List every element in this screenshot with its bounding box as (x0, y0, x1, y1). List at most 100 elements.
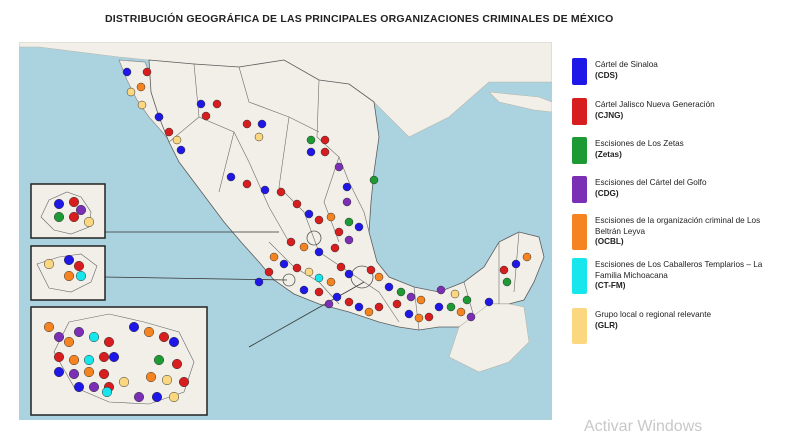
legend-code: (Zetas) (595, 149, 622, 159)
organization-dot (136, 82, 146, 92)
organization-dot (133, 391, 145, 403)
organization-dot (334, 162, 344, 172)
organization-dot (254, 277, 264, 287)
legend-swatch (572, 214, 587, 250)
organization-dot (314, 215, 324, 225)
legend-code: (CJNG) (595, 110, 624, 120)
organization-dot (286, 237, 296, 247)
organization-dot (326, 212, 336, 222)
organization-dot (416, 295, 426, 305)
organization-dot (344, 297, 354, 307)
organization-dot (462, 295, 472, 305)
organization-dot (98, 368, 110, 380)
organization-dot (299, 285, 309, 295)
legend-swatch (572, 308, 587, 344)
organization-dot (164, 127, 174, 137)
organization-dot (292, 199, 302, 209)
organization-dot (446, 302, 456, 312)
organization-dot (434, 302, 444, 312)
organization-dot (299, 242, 309, 252)
organization-dot (128, 321, 140, 333)
organization-dot (151, 391, 163, 403)
organization-dot (384, 282, 394, 292)
organization-dot (276, 187, 286, 197)
organization-dot (342, 182, 352, 192)
organization-dot (332, 292, 342, 302)
legend-swatch (572, 176, 587, 203)
legend-label: Cártel de Sinaloa (595, 60, 658, 69)
organization-dot (336, 262, 346, 272)
organization-dot (254, 132, 264, 142)
organization-dot (260, 185, 270, 195)
organization-dot (374, 272, 384, 282)
organization-dot (75, 204, 87, 216)
organization-dot (137, 100, 147, 110)
organization-dot (168, 391, 180, 403)
organization-dot (414, 313, 424, 323)
organization-dot (43, 258, 55, 270)
organization-dot (68, 196, 80, 208)
organization-dot (306, 147, 316, 157)
organization-dot (314, 273, 324, 283)
organization-dot (168, 336, 180, 348)
organization-dot (344, 269, 354, 279)
organization-dot (73, 381, 85, 393)
organization-dot (142, 67, 152, 77)
legend-swatch (572, 98, 587, 125)
organization-dot (176, 145, 186, 155)
organization-dot (201, 111, 211, 121)
legend-label: Grupo local o regional relevante (595, 310, 712, 319)
legend-swatch (572, 58, 587, 85)
organization-dot (88, 331, 100, 343)
organization-dot (53, 198, 65, 210)
organization-dot (344, 217, 354, 227)
organization-dot (369, 175, 379, 185)
organization-dot (83, 216, 95, 228)
organization-dot (73, 260, 85, 272)
mexico-map (19, 42, 552, 420)
organization-dot (354, 302, 364, 312)
organization-dot (242, 179, 252, 189)
organization-dot (269, 252, 279, 262)
organization-dot (145, 371, 157, 383)
organization-dot (354, 222, 364, 232)
organization-dot (502, 277, 512, 287)
organization-dot (178, 376, 190, 388)
organization-dot (53, 351, 65, 363)
organization-dot (153, 354, 165, 366)
organization-dot (264, 267, 274, 277)
organization-dot (320, 135, 330, 145)
organization-dot (73, 326, 85, 338)
organization-dot (161, 374, 173, 386)
legend-code: (CDG) (595, 188, 619, 198)
organization-dot (154, 112, 164, 122)
organization-dot (511, 259, 521, 269)
organization-dot (366, 265, 376, 275)
legend-label: Cártel Jalisco Nueva Generación (595, 100, 715, 109)
organization-dot (171, 358, 183, 370)
organization-dot (68, 368, 80, 380)
organization-dot (392, 299, 402, 309)
organization-dot (374, 302, 384, 312)
organization-dot (257, 119, 267, 129)
organization-dot (98, 351, 110, 363)
legend-label: Escisiones de la organización criminal d… (595, 216, 761, 236)
organization-dot (75, 270, 87, 282)
organization-dot (63, 254, 75, 266)
organization-dot (83, 354, 95, 366)
organization-dot (324, 299, 334, 309)
organization-dot (118, 376, 130, 388)
organization-dot (404, 309, 414, 319)
organization-dot (484, 297, 494, 307)
organization-dot (314, 247, 324, 257)
organization-dot (396, 287, 406, 297)
organization-dot (334, 227, 344, 237)
organization-dot (344, 235, 354, 245)
organization-dot (108, 351, 120, 363)
organization-dot (103, 336, 115, 348)
organization-dot (88, 381, 100, 393)
organization-dot (499, 265, 509, 275)
organization-dot (279, 259, 289, 269)
organization-dot (83, 366, 95, 378)
organization-dot (53, 331, 65, 343)
